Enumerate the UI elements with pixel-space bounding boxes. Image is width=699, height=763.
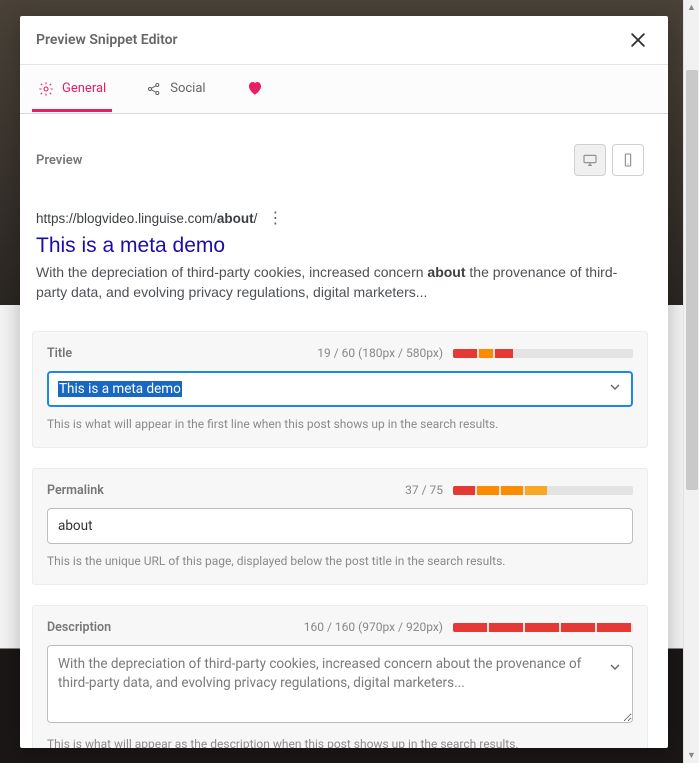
device-toggle: [574, 144, 644, 176]
vertical-scrollbar[interactable]: ▲ ▼: [683, 0, 699, 763]
tab-social[interactable]: Social: [140, 67, 211, 112]
title-field-card: Title 19 / 60 (180px / 580px) This is a …: [32, 331, 648, 448]
description-count: 160 / 160 (970px / 920px): [304, 620, 443, 634]
title-count: 19 / 60 (180px / 580px): [317, 346, 443, 360]
desktop-icon: [582, 152, 598, 168]
scroll-up-icon[interactable]: ▲: [687, 2, 696, 13]
scrollbar-thumb[interactable]: [686, 70, 698, 490]
tab-general-label: General: [62, 81, 106, 96]
modal-title: Preview Snippet Editor: [36, 32, 178, 48]
serp-url-prefix: https://blogvideo.linguise.com/: [36, 211, 217, 226]
modal-header: Preview Snippet Editor: [20, 16, 668, 65]
permalink-count: 37 / 75: [405, 483, 443, 497]
title-input[interactable]: This is a meta demo: [47, 371, 633, 407]
title-helper: This is what will appear in the first li…: [47, 417, 633, 431]
permalink-label: Permalink: [47, 483, 104, 498]
description-helper: This is what will appear as the descript…: [47, 737, 633, 748]
permalink-input[interactable]: [47, 508, 633, 544]
mobile-icon: [620, 152, 636, 168]
tab-general[interactable]: General: [32, 67, 112, 112]
description-length-bar: [453, 623, 633, 632]
title-length-bar: [453, 349, 633, 358]
snippet-editor-modal: Preview Snippet Editor General Social Pr…: [20, 16, 668, 748]
scroll-down-icon[interactable]: ▼: [687, 750, 696, 761]
serp-url-suffix: /: [254, 211, 258, 226]
mobile-preview-button[interactable]: [612, 144, 644, 176]
description-input-wrap: [47, 645, 633, 727]
heart-icon: [246, 79, 264, 97]
close-icon: [628, 30, 648, 50]
serp-preview: https://blogvideo.linguise.com/about/ ⋮ …: [32, 196, 648, 331]
title-input-wrap: This is a meta demo: [47, 371, 633, 407]
serp-desc-bold: about: [427, 264, 465, 280]
serp-desc-pre: With the depreciation of third-party coo…: [36, 264, 427, 280]
modal-body[interactable]: Preview https://blogvideo.linguise.com/a…: [20, 114, 668, 748]
close-button[interactable]: [628, 30, 648, 50]
permalink-field-card: Permalink 37 / 75 This is the uniq: [32, 468, 648, 585]
desktop-preview-button[interactable]: [574, 144, 606, 176]
title-label: Title: [47, 346, 72, 361]
tab-social-label: Social: [170, 81, 205, 96]
serp-kebab-icon[interactable]: ⋮: [267, 208, 283, 228]
title-input-value: This is a meta demo: [58, 381, 182, 397]
description-input[interactable]: [47, 645, 633, 723]
permalink-length-bar: [453, 486, 633, 495]
favorite-button[interactable]: [240, 65, 270, 113]
permalink-helper: This is the unique URL of this page, dis…: [47, 554, 633, 568]
permalink-input-wrap: [47, 508, 633, 544]
serp-description: With the depreciation of third-party coo…: [36, 262, 644, 303]
description-field-card: Description 160 / 160 (970px / 920px): [32, 605, 648, 748]
preview-label: Preview: [36, 153, 82, 168]
preview-header: Preview: [32, 144, 648, 196]
share-icon: [146, 81, 162, 97]
serp-url-bold: about: [217, 211, 254, 226]
serp-title: This is a meta demo: [36, 234, 644, 258]
serp-url: https://blogvideo.linguise.com/about/ ⋮: [36, 208, 644, 228]
description-label: Description: [47, 620, 111, 635]
tabs-bar: General Social: [20, 65, 668, 114]
gear-icon: [38, 81, 54, 97]
